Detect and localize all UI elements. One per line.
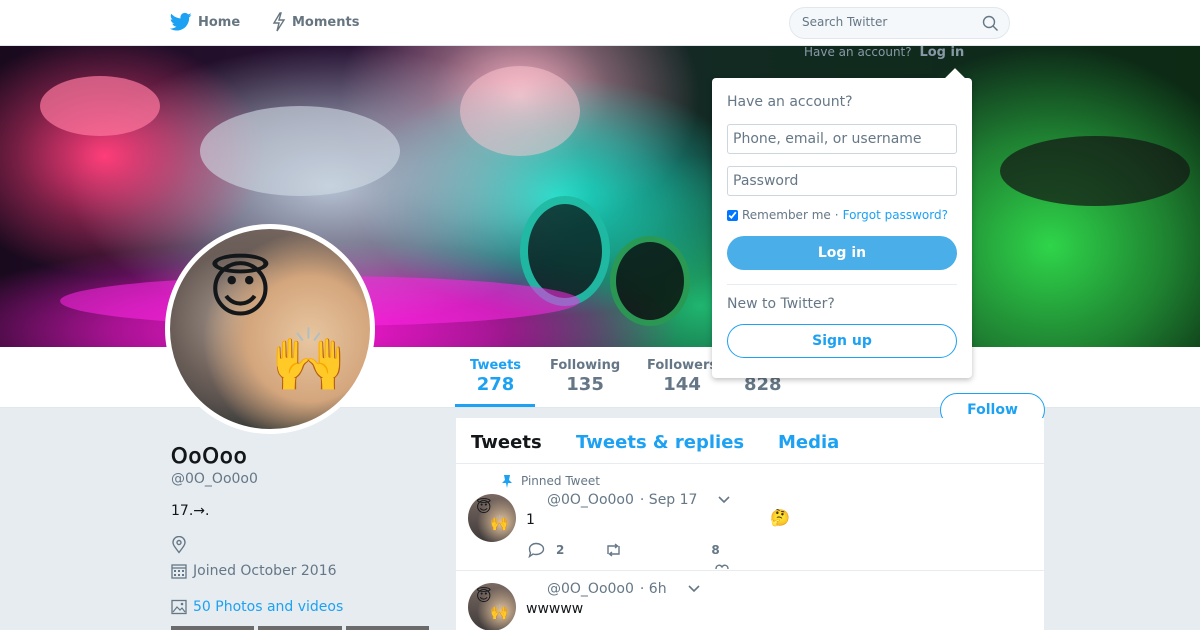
- login-button[interactable]: Log in: [727, 236, 957, 270]
- tweet-header: @0O_Oo0o0 · 6h: [547, 581, 701, 597]
- photo-thumbnail[interactable]: [345, 626, 429, 630]
- dropdown-divider: [727, 284, 957, 285]
- pinned-label: Pinned Tweet: [521, 474, 600, 488]
- tweet-time[interactable]: · Sep 17: [640, 492, 698, 508]
- active-stat-underline: [455, 404, 535, 407]
- chevron-down-icon[interactable]: [717, 495, 731, 505]
- photo-thumbnails[interactable]: [171, 626, 429, 630]
- retweet-icon[interactable]: [604, 543, 623, 557]
- password-field[interactable]: [727, 166, 957, 196]
- stat-tweets-value: 278: [476, 374, 515, 395]
- tab-tweets[interactable]: Tweets: [471, 432, 542, 453]
- stat-followers-value: 144: [663, 374, 701, 395]
- tweet-handle[interactable]: @0O_Oo0o0: [547, 492, 634, 508]
- remember-separator: ·: [834, 208, 839, 222]
- signup-button[interactable]: Sign up: [727, 324, 957, 358]
- profile-name: 𝖮𝗈𝖮𝗈𝗈: [171, 444, 248, 468]
- profile-handle[interactable]: @0O_Oo0o0: [171, 471, 258, 487]
- photos-link-text: 50 Photos and videos: [193, 599, 344, 615]
- calendar-icon: [171, 564, 187, 579]
- search-input[interactable]: [802, 15, 972, 29]
- reply-icon[interactable]: [528, 542, 545, 558]
- timeline-tabs: Tweets Tweets & replies Media: [456, 418, 1044, 464]
- profile-bio: 17.→.: [171, 503, 210, 519]
- raised-hands-emoji: 🙌: [490, 514, 509, 532]
- login-prompt-text: Have an account?: [804, 45, 912, 59]
- stat-following[interactable]: Following 135: [550, 358, 620, 395]
- username-field[interactable]: [727, 124, 957, 154]
- smiling-halo-emoji: 😇: [476, 498, 492, 516]
- login-dropdown: Have an account? Remember me · Forgot pa…: [712, 68, 972, 378]
- timeline: Tweets Tweets & replies Media Pinned Twe…: [456, 418, 1044, 630]
- stat-following-label: Following: [550, 358, 621, 373]
- smiling-halo-emoji: 😇: [476, 587, 492, 605]
- photo-thumbnail[interactable]: [171, 626, 255, 630]
- tab-media[interactable]: Media: [778, 432, 839, 453]
- tweet-actions: 2 8: [528, 542, 720, 558]
- lightning-icon: [272, 12, 286, 32]
- remember-me-label[interactable]: Remember me: [742, 208, 831, 222]
- login-link[interactable]: Log in: [919, 45, 964, 60]
- tweet-header: @0O_Oo0o0 · Sep 17: [547, 492, 731, 508]
- reply-count: 2: [556, 543, 565, 557]
- tweet-handle[interactable]: @0O_Oo0o0: [547, 581, 634, 597]
- stat-followers[interactable]: Followers 144: [647, 358, 717, 395]
- thinking-face-emoji: 🤔: [770, 508, 790, 527]
- tweet-text: wwwww: [526, 601, 584, 617]
- tweet-avatar[interactable]: 😇 🙌: [468, 494, 516, 542]
- tweet-item[interactable]: Pinned Tweet 😇 🙌 @0O_Oo0o0 · Sep 17 1 🤔 …: [456, 464, 1044, 571]
- search-icon[interactable]: [982, 15, 999, 32]
- nav-moments[interactable]: Moments: [272, 12, 359, 32]
- image-icon: [171, 599, 187, 615]
- tab-tweets-and-replies[interactable]: Tweets & replies: [576, 432, 744, 453]
- joined-date: Joined October 2016: [171, 563, 337, 579]
- remember-row: Remember me · Forgot password?: [727, 208, 948, 222]
- pin-icon: [502, 475, 512, 488]
- photos-and-videos-link[interactable]: 50 Photos and videos: [171, 599, 343, 615]
- nav-moments-label: Moments: [292, 14, 360, 30]
- search-box[interactable]: [789, 7, 1010, 39]
- remember-me-checkbox[interactable]: [727, 209, 738, 221]
- raised-hands-emoji: 🙌: [490, 603, 509, 621]
- login-heading: Have an account?: [727, 94, 853, 110]
- tweet-avatar[interactable]: 😇 🙌: [468, 583, 516, 630]
- forgot-password-link[interactable]: Forgot password?: [843, 208, 948, 222]
- stat-tweets-label: Tweets: [470, 358, 522, 373]
- nav-home[interactable]: Home: [170, 12, 240, 32]
- tweet-text: 1: [526, 512, 535, 528]
- pinned-indicator: Pinned Tweet: [501, 474, 600, 488]
- joined-text: Joined October 2016: [193, 563, 337, 579]
- like-count: 8: [711, 543, 720, 557]
- smiling-halo-emoji: 😇: [208, 253, 273, 326]
- location-icon: [172, 536, 186, 554]
- heart-icon[interactable]: [715, 563, 729, 571]
- chevron-down-icon[interactable]: [687, 584, 701, 594]
- stat-following-value: 135: [566, 374, 604, 395]
- photo-thumbnail[interactable]: [258, 626, 342, 630]
- twitter-bird-icon: [170, 12, 192, 31]
- stat-followers-label: Followers: [647, 358, 718, 373]
- stat-tweets[interactable]: Tweets 278: [470, 358, 521, 395]
- new-to-twitter-heading: New to Twitter?: [727, 296, 835, 312]
- raised-hands-emoji: 🙌: [270, 323, 348, 396]
- nav-home-label: Home: [198, 14, 241, 30]
- tweet-item[interactable]: 😇 🙌 @0O_Oo0o0 · 6h wwwww: [456, 571, 1044, 630]
- login-prompt: Have an account? Log in: [804, 45, 964, 60]
- top-navigation: Home Moments: [0, 0, 1200, 46]
- profile-avatar[interactable]: 😇 🙌: [165, 224, 375, 434]
- tweet-time[interactable]: · 6h: [640, 581, 667, 597]
